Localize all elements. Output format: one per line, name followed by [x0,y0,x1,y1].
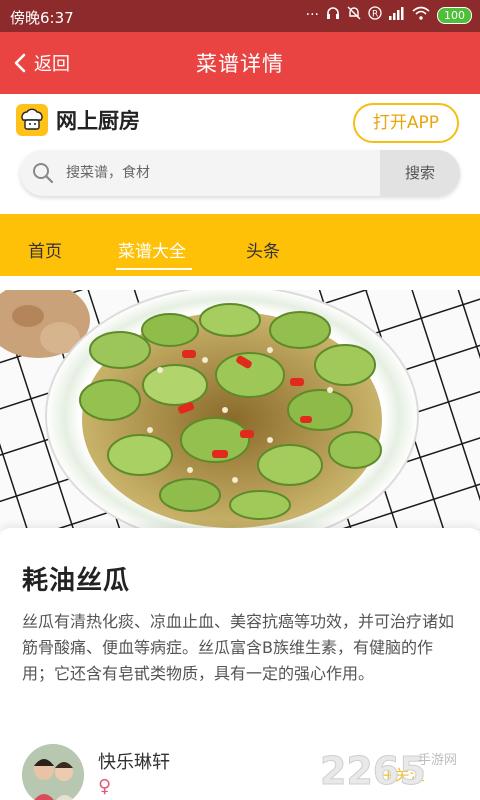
svg-text:R: R [372,10,378,20]
female-gender-icon: ♀ [98,776,112,797]
chef-hat-logo-icon [16,104,48,136]
brand-name: 网上厨房 [56,109,140,133]
more-dots-icon: ··· [305,7,319,23]
brand[interactable]: 网上厨房 [16,104,140,136]
svg-text:2265: 2265 [320,749,426,793]
search-input[interactable] [66,150,386,196]
headset-icon [326,6,340,24]
search-bar: 搜索 [20,150,460,196]
avatar[interactable] [22,744,84,800]
mute-bell-icon [347,6,361,24]
author-name: 快乐琳轩 [98,752,170,773]
nav-bar: 首页 菜谱大全 头条 [0,214,480,276]
open-app-button[interactable]: 打开APP [353,103,459,143]
page-title: 菜谱详情 [196,52,284,76]
recipe-photo [0,290,480,530]
active-tab-underline [116,268,192,270]
registered-icon: R [368,6,382,24]
recipe-description: 丝瓜有清热化痰、凉血止血、美容抗癌等功效，并可治疗诸如筋骨酸痛、便血等病症。丝瓜… [22,612,455,683]
search-icon [32,162,54,188]
tab-recipes[interactable]: 菜谱大全 [118,237,186,262]
signal-icon [389,6,405,24]
tab-home[interactable]: 首页 [28,237,62,262]
watermark-logo: 2265 手游网 [320,744,470,794]
battery-indicator: 100 [437,6,472,24]
status-time: 傍晚6:37 [10,9,74,27]
status-icons: ··· R 100 [306,6,472,24]
wifi-icon [412,6,430,24]
svg-text:手游网: 手游网 [418,753,457,768]
recipe-title: 耗油丝瓜 [22,566,131,596]
tab-headlines[interactable]: 头条 [246,237,280,262]
search-button[interactable]: 搜索 [380,150,460,196]
title-bar: 返回 菜谱详情 [0,32,480,94]
status-bar: 傍晚6:37 ··· R 100 [0,0,480,32]
